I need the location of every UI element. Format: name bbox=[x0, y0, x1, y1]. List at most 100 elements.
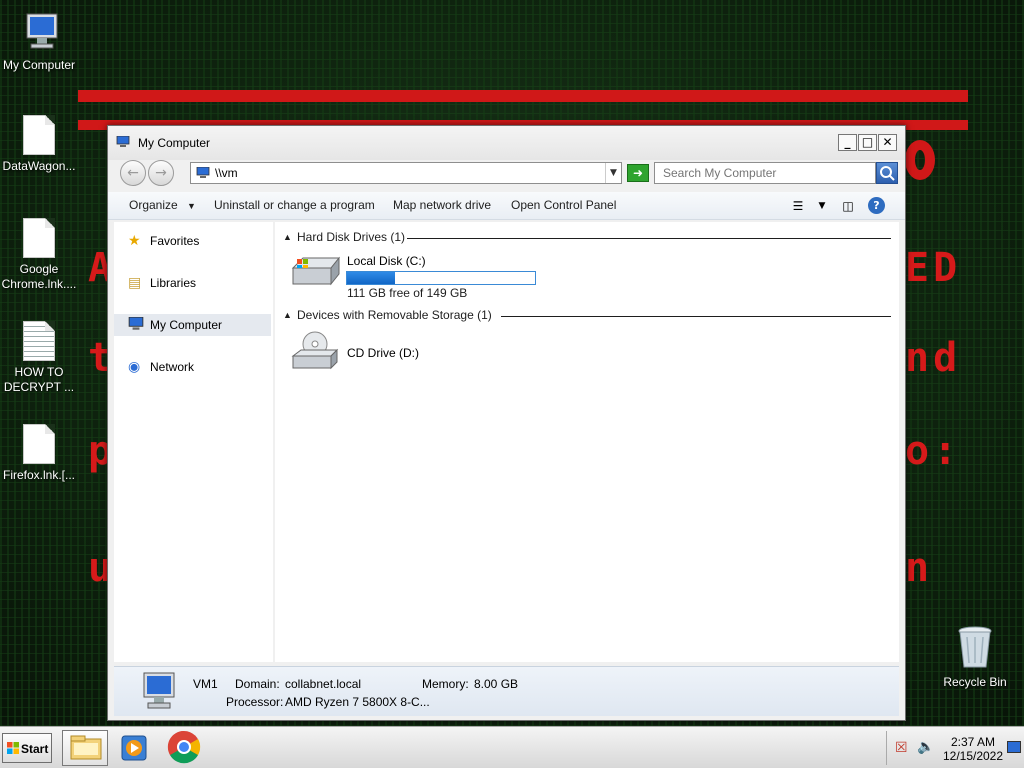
open-control-panel-button[interactable]: Open Control Panel bbox=[511, 198, 616, 212]
drive-free-space: 111 GB free of 149 GB bbox=[347, 286, 468, 300]
computer-icon bbox=[143, 672, 175, 709]
domain-label: Domain: bbox=[235, 677, 280, 691]
clock[interactable]: 2:37 AM 12/15/2022 bbox=[941, 735, 1005, 763]
uninstall-program-button[interactable]: Uninstall or change a program bbox=[214, 198, 375, 212]
minimize-button[interactable]: _ bbox=[838, 134, 857, 151]
address-dropdown-icon[interactable]: ▼ bbox=[605, 163, 621, 183]
desktop-icon-my-computer[interactable]: My Computer bbox=[0, 10, 78, 73]
close-button[interactable]: ✕ bbox=[878, 134, 897, 151]
wallpaper-red-text: o: bbox=[905, 428, 962, 474]
change-view-button[interactable]: ☰ bbox=[788, 196, 808, 216]
desktop-icon-label: Google Chrome.lnk.... bbox=[1, 262, 77, 291]
taskbar-media-player-button[interactable] bbox=[112, 730, 158, 766]
document-icon bbox=[23, 218, 55, 258]
address-bar[interactable]: ▼ bbox=[190, 162, 622, 184]
drive-cd-d[interactable]: CD Drive (D:) bbox=[289, 330, 489, 374]
drive-name: Local Disk (C:) bbox=[347, 254, 426, 268]
help-button[interactable]: ? bbox=[868, 197, 885, 214]
go-arrow-icon: ➜ bbox=[632, 166, 644, 180]
address-row: ← → ▼ ➜ bbox=[108, 160, 905, 190]
domain-value: collabnet.local bbox=[285, 677, 362, 691]
recycle-bin-icon bbox=[958, 626, 992, 668]
text-file-icon bbox=[23, 321, 55, 361]
clock-date: 12/15/2022 bbox=[942, 749, 1004, 763]
show-desktop-button[interactable] bbox=[1007, 741, 1021, 753]
navigation-pane: ★ Favorites ▤ Libraries My Computer ◉ Ne… bbox=[114, 222, 273, 662]
desktop-icon-how-to-decrypt[interactable]: HOW TO DECRYPT ... bbox=[0, 321, 78, 395]
volume-icon[interactable]: 🔈 bbox=[917, 739, 934, 755]
nav-item-label: Libraries bbox=[150, 276, 197, 290]
command-bar: Organize ▼ Uninstall or change a program… bbox=[108, 192, 905, 220]
forward-button[interactable]: → bbox=[148, 160, 174, 186]
more-options-button[interactable]: ▼ bbox=[812, 196, 832, 216]
collapse-arrow-icon: ▲ bbox=[283, 232, 292, 242]
desktop-icon-recycle-bin[interactable]: Recycle Bin bbox=[936, 625, 1014, 690]
window-titlebar[interactable]: My Computer _ □ ✕ bbox=[108, 126, 905, 160]
desktop-icon-firefox-lnk[interactable]: Firefox.lnk.[... bbox=[0, 424, 78, 483]
computer-name: VM1 bbox=[193, 677, 218, 691]
computer-icon bbox=[128, 317, 144, 330]
explorer-icon bbox=[70, 735, 102, 760]
taskbar-chrome-button[interactable] bbox=[162, 730, 208, 766]
preview-pane-icon: ◫ bbox=[842, 199, 854, 213]
address-input[interactable] bbox=[215, 165, 595, 181]
memory-value: 8.00 GB bbox=[474, 677, 519, 691]
disk-usage-fill bbox=[347, 272, 395, 284]
start-button[interactable]: Start bbox=[2, 733, 52, 763]
organize-menu[interactable]: Organize ▼ bbox=[129, 198, 196, 212]
nav-item-libraries[interactable]: ▤ Libraries bbox=[114, 272, 271, 294]
disk-usage-bar bbox=[346, 271, 536, 285]
memory-label: Memory: bbox=[422, 677, 469, 691]
network-status-icon[interactable]: ☒ bbox=[895, 740, 908, 756]
desktop-icon-chrome-lnk[interactable]: Google Chrome.lnk.... bbox=[0, 218, 78, 292]
start-label: Start bbox=[21, 742, 49, 756]
drive-name: CD Drive (D:) bbox=[347, 346, 419, 360]
wallpaper-red-text: n bbox=[905, 545, 934, 591]
group-header-removable[interactable]: ▲ Devices with Removable Storage (1) bbox=[283, 308, 893, 326]
organize-label: Organize bbox=[129, 198, 178, 212]
nav-item-label: Network bbox=[150, 360, 195, 374]
group-label: Devices with Removable Storage (1) bbox=[297, 308, 498, 322]
nav-item-favorites[interactable]: ★ Favorites bbox=[114, 230, 271, 252]
nav-item-label: Favorites bbox=[150, 234, 200, 248]
document-icon bbox=[23, 424, 55, 464]
chrome-icon bbox=[167, 730, 201, 764]
go-button[interactable]: ➜ bbox=[627, 164, 649, 182]
taskbar-explorer-button[interactable] bbox=[62, 730, 108, 766]
back-button[interactable]: ← bbox=[120, 160, 146, 186]
search-box[interactable] bbox=[654, 162, 876, 184]
computer-icon bbox=[116, 136, 130, 147]
group-header-hard-disks[interactable]: ▲ Hard Disk Drives (1) bbox=[283, 230, 893, 248]
system-tray: ☒ 🔈 2:37 AM 12/15/2022 bbox=[886, 731, 1022, 765]
back-arrow-icon: ← bbox=[127, 165, 139, 181]
media-player-icon bbox=[121, 735, 147, 761]
nav-item-network[interactable]: ◉ Network bbox=[114, 356, 271, 378]
map-network-drive-button[interactable]: Map network drive bbox=[393, 198, 491, 212]
computer-icon bbox=[26, 13, 58, 49]
computer-icon bbox=[196, 167, 210, 178]
desktop-icon-label: Recycle Bin bbox=[943, 675, 1007, 689]
star-icon: ★ bbox=[128, 232, 141, 248]
desktop-icon-datawagon[interactable]: DataWagon... bbox=[0, 115, 78, 174]
view-options-icon: ☰ bbox=[792, 199, 804, 213]
content-pane: ▲ Hard Disk Drives (1) Local Disk (C:) 1… bbox=[275, 222, 899, 662]
forward-arrow-icon: → bbox=[155, 165, 167, 181]
windows-logo-icon bbox=[7, 742, 19, 754]
preview-pane-button[interactable]: ◫ bbox=[838, 196, 858, 216]
wallpaper-red-bar bbox=[905, 140, 935, 180]
chevron-down-icon: ▼ bbox=[818, 201, 826, 211]
processor-label: Processor: bbox=[226, 695, 284, 709]
details-pane: VM1 Domain: collabnet.local Memory: 8.00… bbox=[114, 666, 899, 716]
nav-item-my-computer[interactable]: My Computer bbox=[114, 314, 271, 336]
cd-drive-icon bbox=[291, 331, 339, 370]
my-computer-window: My Computer _ □ ✕ ← → ▼ ➜ bbox=[107, 125, 906, 721]
drive-local-disk-c[interactable]: Local Disk (C:) 111 GB free of 149 GB bbox=[289, 254, 549, 300]
desktop-icon-label: DataWagon... bbox=[2, 159, 76, 173]
wallpaper-red-text: nd bbox=[905, 335, 962, 381]
collapse-arrow-icon: ▲ bbox=[283, 310, 292, 320]
maximize-button[interactable]: □ bbox=[858, 134, 877, 151]
wallpaper-red-bar bbox=[78, 90, 968, 102]
search-input[interactable] bbox=[663, 165, 863, 181]
hard-disk-icon bbox=[291, 256, 341, 286]
search-button[interactable] bbox=[876, 162, 898, 184]
